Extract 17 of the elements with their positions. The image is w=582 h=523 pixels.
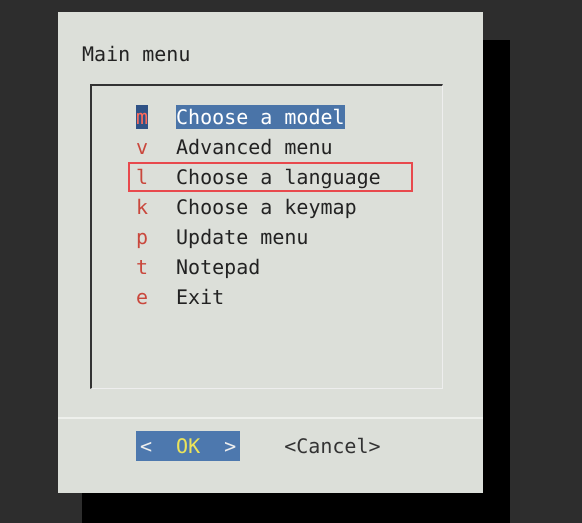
dialog-button[interactable]: < OK > xyxy=(136,431,240,461)
hotkey-letter: m xyxy=(136,105,148,129)
menu-item[interactable]: Choose a model xyxy=(176,105,345,129)
menu-item[interactable]: Advanced menu xyxy=(176,135,333,159)
menu-item[interactable]: Choose a keymap xyxy=(176,195,357,219)
hotkey-letter: k xyxy=(136,195,150,219)
hotkey-letter: e xyxy=(136,285,150,309)
hotkey-letter: t xyxy=(136,255,150,279)
hotkey-letter: p xyxy=(136,225,150,249)
menu-item[interactable]: Update menu xyxy=(176,225,308,249)
hotkey-letter: l xyxy=(136,165,150,189)
menu-item[interactable]: Exit xyxy=(176,285,224,309)
dialog-title: Main menu xyxy=(82,42,192,68)
hotkey-letter: v xyxy=(136,135,150,159)
dialog-button[interactable]: <Cancel> xyxy=(280,431,385,461)
menu-item[interactable]: Choose a language xyxy=(176,165,381,189)
menu-item[interactable]: Notepad xyxy=(176,255,260,279)
